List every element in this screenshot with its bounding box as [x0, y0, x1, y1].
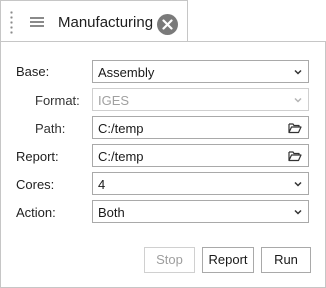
stop-button: Stop — [144, 247, 195, 273]
chevron-down-icon — [294, 209, 302, 215]
tab-title: Manufacturing — [58, 14, 154, 31]
action-value: Both — [98, 205, 125, 220]
close-icon[interactable] — [157, 14, 178, 35]
base-select[interactable]: Assembly — [92, 60, 309, 83]
hamburger-menu-icon[interactable] — [30, 17, 44, 28]
report-button[interactable]: Report — [202, 247, 254, 273]
chevron-down-icon — [294, 97, 302, 103]
chevron-down-icon — [294, 69, 302, 75]
report-label: Report: — [16, 149, 59, 164]
path-value: C:/temp — [98, 121, 144, 136]
run-button[interactable]: Run — [261, 247, 311, 273]
cores-label: Cores: — [16, 177, 55, 192]
format-label: Format: — [35, 93, 80, 108]
path-label: Path: — [35, 121, 66, 136]
base-label: Base: — [16, 64, 50, 79]
base-value: Assembly — [98, 65, 155, 80]
report-value: C:/temp — [98, 149, 144, 164]
cores-select[interactable]: 4 — [92, 172, 309, 195]
action-select[interactable]: Both — [92, 200, 309, 223]
drag-grip-icon[interactable] — [10, 10, 13, 36]
report-field[interactable]: C:/temp — [92, 144, 309, 167]
cores-value: 4 — [98, 177, 106, 192]
manufacturing-tab[interactable]: Manufacturing — [0, 0, 188, 42]
format-select: IGES — [92, 88, 309, 111]
chevron-down-icon — [294, 181, 302, 187]
format-value: IGES — [98, 93, 130, 108]
folder-open-icon[interactable] — [288, 150, 302, 162]
folder-open-icon[interactable] — [288, 122, 302, 134]
action-label: Action: — [16, 205, 56, 220]
path-field[interactable]: C:/temp — [92, 116, 309, 139]
manufacturing-panel: Base: Assembly Format: IGES Path: C:/tem… — [0, 41, 326, 288]
